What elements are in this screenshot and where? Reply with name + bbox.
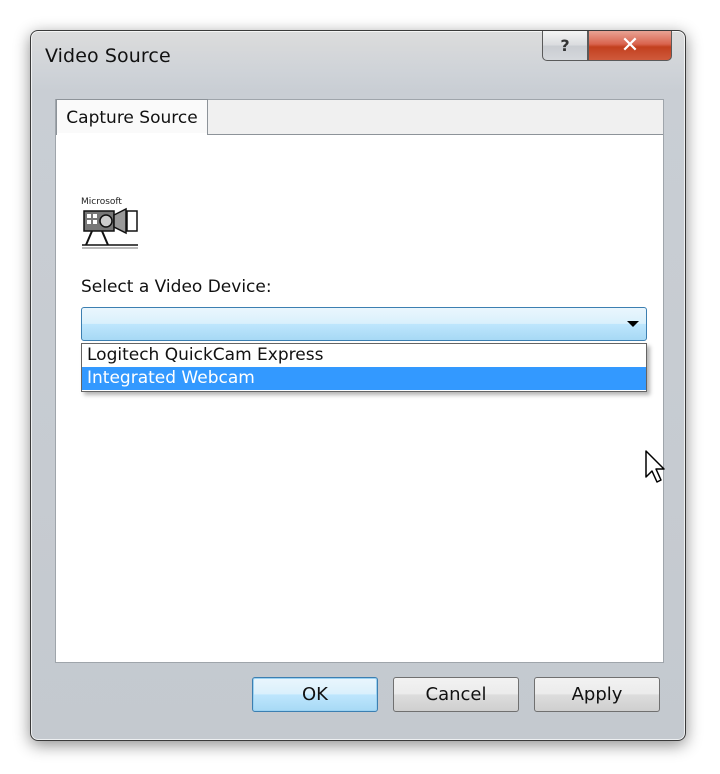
list-item-integrated-webcam[interactable]: Integrated Webcam bbox=[82, 367, 646, 390]
close-button[interactable]: ✕ bbox=[588, 31, 672, 61]
dialog-client-area: Microsoft Select a Video Device: Logitec… bbox=[55, 99, 665, 663]
video-source-dialog: Video Source ? ✕ Microsoft Select a Vide… bbox=[30, 30, 686, 741]
video-device-label: Select a Video Device: bbox=[81, 277, 272, 297]
microsoft-icon-caption: Microsoft bbox=[81, 197, 122, 207]
help-icon: ? bbox=[560, 36, 570, 55]
video-camera-icon: Microsoft bbox=[81, 197, 138, 249]
tab-capture-source[interactable]: Capture Source bbox=[56, 99, 208, 135]
help-button[interactable]: ? bbox=[542, 31, 588, 61]
ok-button[interactable]: OK bbox=[252, 677, 378, 712]
chevron-down-icon[interactable] bbox=[627, 321, 639, 327]
video-device-dropdown-list: Logitech QuickCam Express Integrated Web… bbox=[81, 343, 647, 392]
mouse-pointer-icon bbox=[645, 450, 665, 483]
window-title: Video Source bbox=[45, 45, 171, 67]
list-item-logitech-quickcam-express[interactable]: Logitech QuickCam Express bbox=[82, 344, 646, 367]
video-device-combobox[interactable] bbox=[81, 307, 647, 341]
tab-page-capture-source: Microsoft Select a Video Device: Logitec… bbox=[56, 134, 665, 662]
apply-button[interactable]: Apply bbox=[534, 677, 660, 712]
close-icon: ✕ bbox=[620, 33, 640, 58]
cancel-button[interactable]: Cancel bbox=[393, 677, 519, 712]
